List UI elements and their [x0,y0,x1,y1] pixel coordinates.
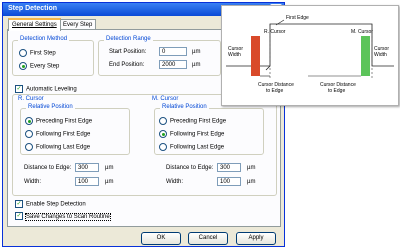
cancel-button[interactable]: Cancel [188,232,228,245]
r-relative-position-label: Relative Position [26,104,75,110]
detection-range-label: Detection Range [104,36,153,42]
r-radio-preceding-indicator[interactable] [25,117,33,125]
diagram-cursor-width-right-2: Width [374,52,387,58]
start-position-label: Start Position: [109,49,147,55]
diagram-cursor-width-left-2: Width [228,52,241,58]
m-width-unit: µm [247,179,256,185]
diagram-m-cursor-label: M. Cursor [351,29,373,35]
m-radio-preceding-label: Preceding First Edge [170,118,227,125]
r-distance-unit: µm [105,165,114,171]
start-position-input[interactable]: 0 [159,47,187,56]
r-radio-following-first-indicator[interactable] [25,130,33,138]
r-radio-following-first-edge[interactable]: Following First Edge [25,130,90,138]
m-distance-label: Distance to Edge: [166,165,214,171]
r-distance-input[interactable]: 300 [75,163,99,172]
enable-step-detection-checkbox[interactable]: ✓ Enable Step Detection [15,200,86,208]
apply-button[interactable]: Apply [236,232,276,245]
m-distance-unit: µm [247,165,256,171]
enable-step-detection-label: Enable Step Detection [26,201,86,208]
tab-general-settings[interactable]: General Settings [8,18,61,31]
diagram-first-edge-label: First Edge [286,15,309,21]
diagram-distance-left-2: to Edge [266,88,283,94]
r-width-unit: µm [105,179,114,185]
cursor-diagram: R. Cursor First Edge M. Cursor Cursor Wi… [221,5,399,106]
radio-every-step[interactable]: Every Step [19,62,59,70]
r-cursor-bar [251,36,260,76]
m-width-input[interactable]: 100 [217,177,241,186]
m-width-label: Width: [166,179,184,185]
diagram-distance-right-2: to Edge [328,88,345,94]
ok-button[interactable]: OK [141,232,181,245]
r-radio-following-last-indicator[interactable] [25,143,33,151]
m-cursor-label: M. Cursor [152,96,179,102]
profile-tick [265,65,271,71]
end-position-input[interactable]: 2000 [159,60,187,69]
save-changes-checkbox[interactable]: ✓ Save Changes to Scan Routine [15,212,111,221]
cursor-diagram-svg: R. Cursor First Edge M. Cursor Cursor Wi… [226,15,394,94]
m-relative-position-label: Relative Position [160,104,209,110]
tab-general-settings-label: General Settings [12,22,57,28]
automatic-leveling-checkbox[interactable]: ✓ Automatic Leveling [15,85,77,93]
m-radio-following-last-label: Following Last Edge [170,144,225,151]
r-distance-label: Distance to Edge: [24,165,72,171]
dialog-title: Step Detection [8,5,58,12]
diagram-r-cursor-label: R. Cursor [264,29,286,35]
r-radio-preceding-label: Preceding First Edge [36,118,93,125]
detection-method-group: Detection Method First Step Every Step [12,36,94,76]
m-distance-input[interactable]: 300 [217,163,241,172]
tab-every-step-label: Every Step [63,22,93,28]
m-radio-following-last-indicator[interactable] [159,143,167,151]
start-position-unit: µm [192,49,201,55]
end-position-unit: µm [192,62,201,68]
m-radio-following-first-label: Following First Edge [170,131,225,138]
detection-range-group: Detection Range Start Position: 0 µm End… [98,36,221,76]
save-changes-checkmark-icon[interactable]: ✓ [15,212,23,220]
end-position-label: End Position: [109,62,145,68]
radio-first-step[interactable]: First Step [19,49,56,57]
detection-method-label: Detection Method [18,36,70,42]
r-radio-following-first-label: Following First Edge [36,131,91,138]
m-radio-following-first-indicator[interactable] [159,130,167,138]
r-relative-position-group: Relative Position Preceding First Edge F… [20,104,130,155]
r-width-input[interactable]: 100 [75,177,99,186]
radio-every-step-indicator[interactable] [19,62,27,70]
automatic-leveling-label: Automatic Leveling [26,86,77,93]
r-radio-following-last-label: Following Last Edge [36,144,91,151]
m-radio-following-first-edge[interactable]: Following First Edge [159,130,224,138]
r-radio-preceding-first-edge[interactable]: Preceding First Edge [25,117,92,125]
automatic-leveling-checkmark-icon[interactable]: ✓ [15,85,23,93]
m-relative-position-group: Relative Position Preceding First Edge F… [154,104,264,155]
m-cursor-bar [361,36,370,76]
m-radio-preceding-indicator[interactable] [159,117,167,125]
r-width-label: Width: [24,179,42,185]
enable-step-detection-checkmark-icon[interactable]: ✓ [15,200,23,208]
radio-every-step-label: Every Step [30,63,60,70]
r-radio-following-last-edge[interactable]: Following Last Edge [25,143,90,151]
r-cursor-label: R. Cursor [18,96,44,102]
radio-first-step-label: First Step [30,50,56,57]
radio-first-step-indicator[interactable] [19,49,27,57]
save-changes-label: Save Changes to Scan Routine [25,212,111,221]
m-radio-following-last-edge[interactable]: Following Last Edge [159,143,224,151]
m-radio-preceding-first-edge[interactable]: Preceding First Edge [159,117,226,125]
